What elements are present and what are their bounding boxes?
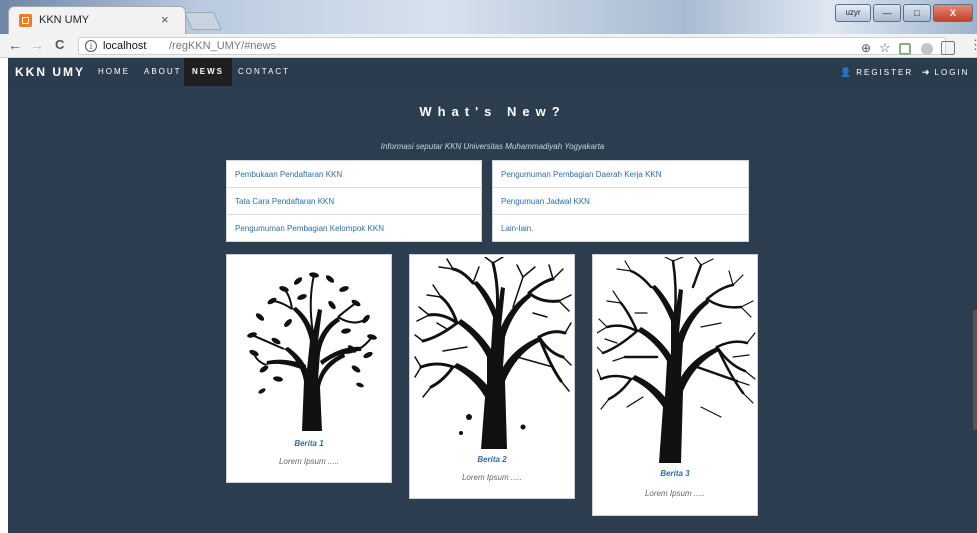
card-text: Lorem Ipsum ..... <box>278 457 340 466</box>
news-link[interactable]: Tata Cara Pendaftaran KKN <box>227 188 481 215</box>
star-icon[interactable]: ☆ <box>879 40 891 56</box>
reload-button[interactable]: C <box>55 37 64 53</box>
login-label: LOGIN <box>934 68 970 77</box>
news-link[interactable]: Pengumuan Jadwal KKN <box>493 188 748 215</box>
close-window-button[interactable]: X <box>933 4 973 22</box>
address-bar: ← → C i localhost /regKKN_UMY/#news ⊕ ☆ … <box>0 34 977 58</box>
url-path: /regKKN_UMY/#news <box>169 40 276 52</box>
news-link[interactable]: Pengumuman Pembagian Daerah Kerja KKN <box>493 161 748 188</box>
news-link[interactable]: Pembukaan Pendaftaran KKN <box>227 161 481 188</box>
tree-image <box>597 257 756 463</box>
register-label: REGISTER <box>856 68 914 77</box>
url-host: localhost <box>103 40 147 52</box>
card-title[interactable]: Berita 1 <box>227 439 391 448</box>
url-input[interactable]: i localhost /regKKN_UMY/#news ⊕ ☆ <box>78 37 955 56</box>
card-text: Lorem Ipsum ..... <box>461 473 523 482</box>
browser-window: KKN UMY × uzyr — □ X ← → C i localhost /… <box>0 0 977 533</box>
site-navbar: KKN UMY HOME ABOUT NEWS CONTACT 👤 REGISTE… <box>8 58 977 86</box>
news-card[interactable]: Berita 2 Lorem Ipsum ..... <box>409 254 575 499</box>
user-icon: 👤 <box>840 67 854 77</box>
extension-icon[interactable] <box>899 43 911 55</box>
extension-icon[interactable] <box>921 43 933 55</box>
news-card[interactable]: Berita 3 Lorem Ipsum ..... <box>592 254 758 516</box>
page-title: What's New? <box>419 104 566 119</box>
nav-news[interactable]: NEWS <box>184 58 232 86</box>
kkn-favicon-icon <box>19 14 32 27</box>
news-links-left: Pembukaan Pendaftaran KKN Tata Cara Pend… <box>226 160 482 242</box>
login-icon: ➜ <box>922 67 932 77</box>
minimize-button[interactable]: — <box>873 4 901 22</box>
card-text: Lorem Ipsum ..... <box>644 489 706 498</box>
page-scrollbar[interactable] <box>973 310 977 430</box>
page-subtitle: Informasi seputar KKN Universitas Muhamm… <box>380 142 605 151</box>
card-title[interactable]: Berita 2 <box>410 455 574 464</box>
news-links-right: Pengumuman Pembagian Daerah Kerja KKN Pe… <box>492 160 749 242</box>
news-link[interactable]: Lain-lain. <box>493 215 748 242</box>
window-controls: uzyr — □ X <box>835 4 973 24</box>
screenshot-extension-icon[interactable] <box>941 41 955 55</box>
window-titlebar: KKN UMY × uzyr — □ X <box>0 0 977 34</box>
browser-tab[interactable]: KKN UMY × <box>8 6 186 34</box>
tree-image <box>414 257 572 449</box>
maximize-button[interactable]: □ <box>903 4 931 22</box>
back-button[interactable]: ← <box>8 37 22 53</box>
tab-title: KKN UMY <box>39 14 90 26</box>
site-brand[interactable]: KKN UMY <box>15 65 85 79</box>
login-link[interactable]: ➜ LOGIN <box>922 58 969 86</box>
zoom-icon[interactable]: ⊕ <box>861 41 871 55</box>
tree-image <box>247 272 377 431</box>
card-title[interactable]: Berita 3 <box>593 469 757 478</box>
news-link[interactable]: Pengumuman Pembagian Kelompok KKN <box>227 215 481 242</box>
register-link[interactable]: 👤 REGISTER <box>840 58 913 86</box>
profile-button[interactable]: uzyr <box>835 4 871 22</box>
forward-button[interactable]: → <box>30 37 44 53</box>
nav-home[interactable]: HOME <box>90 58 138 86</box>
info-icon[interactable]: i <box>85 40 97 52</box>
browser-menu-button[interactable]: ⋮ <box>969 38 977 51</box>
news-card[interactable]: Berita 1 Lorem Ipsum ..... <box>226 254 392 483</box>
new-tab-button[interactable] <box>183 12 223 30</box>
tab-close-button[interactable]: × <box>161 12 169 27</box>
nav-contact[interactable]: CONTACT <box>230 58 298 86</box>
nav-about[interactable]: ABOUT <box>136 58 190 86</box>
page-content: KKN UMY HOME ABOUT NEWS CONTACT 👤 REGISTE… <box>8 58 977 533</box>
